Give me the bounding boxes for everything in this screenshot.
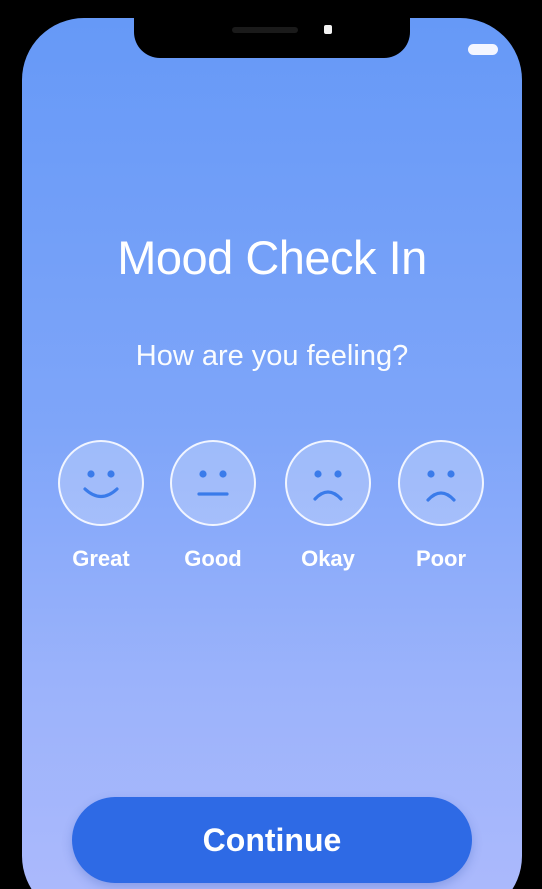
app-screen: Mood Check In How are you feeling? Great [22, 18, 522, 889]
speaker-grille [232, 27, 298, 33]
mood-option-poor[interactable]: Poor [386, 440, 496, 572]
mood-prompt: How are you feeling? [135, 340, 409, 372]
continue-button[interactable]: Continue [72, 797, 472, 883]
mood-option-good[interactable]: Good [158, 440, 268, 572]
neutral-face-icon [170, 440, 256, 526]
frowning-face-icon [285, 440, 371, 526]
front-camera-icon [324, 25, 332, 34]
smiling-face-icon [58, 440, 144, 526]
device-notch [134, 18, 410, 58]
phone-frame: Mood Check In How are you feeling? Great [0, 0, 542, 889]
mood-option-great[interactable]: Great [46, 440, 156, 572]
mood-option-okay[interactable]: Okay [273, 440, 383, 572]
mood-label-okay: Okay [301, 546, 355, 571]
battery-indicator-icon [468, 44, 498, 55]
page-title: Mood Check In [117, 231, 427, 284]
mood-label-poor: Poor [415, 546, 467, 571]
mood-label-great: Great [72, 546, 130, 571]
mood-selector: Great Good Okay Poor [22, 440, 522, 600]
mood-label-good: Good [184, 546, 242, 571]
sad-face-icon [398, 440, 484, 526]
